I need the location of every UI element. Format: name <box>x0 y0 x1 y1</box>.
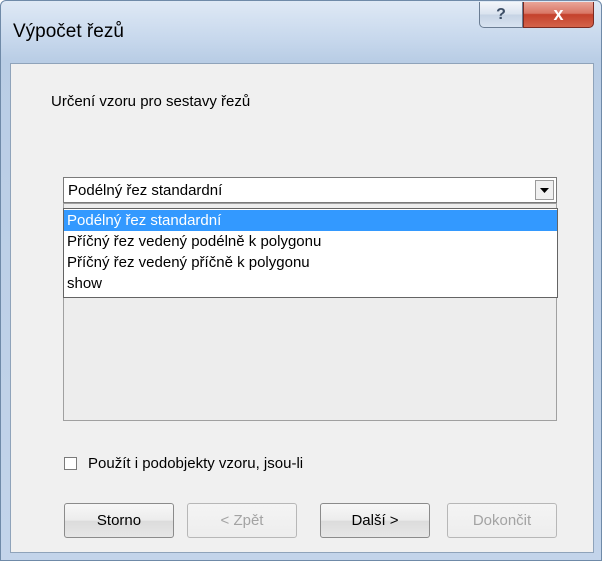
help-icon: ? <box>496 5 506 23</box>
finish-button[interactable]: Dokončit <box>447 503 557 538</box>
help-button[interactable]: ? <box>479 2 523 28</box>
cancel-button[interactable]: Storno <box>64 503 174 538</box>
prompt-label: Určení vzoru pro sestavy řezů <box>51 93 251 110</box>
combobox-dropdown-list: Podélný řez standardní Příčný řez vedený… <box>63 208 558 298</box>
combobox-dropdown-button[interactable] <box>535 180 554 200</box>
close-button[interactable]: x <box>523 2 594 28</box>
template-combobox[interactable]: Podélný řez standardní <box>63 177 557 203</box>
chevron-down-icon <box>540 187 549 193</box>
checkbox-label[interactable]: Použít i podobjekty vzoru, jsou-li <box>88 455 303 472</box>
combobox-value: Podélný řez standardní <box>68 182 223 199</box>
back-button[interactable]: < Zpět <box>187 503 297 538</box>
title-bar[interactable]: Výpočet řezů ? x <box>1 1 601 63</box>
next-button[interactable]: Další > <box>320 503 430 538</box>
close-icon: x <box>553 4 564 24</box>
dropdown-option[interactable]: Příčný řez vedený příčně k polygonu <box>64 252 557 273</box>
use-subobjects-row[interactable]: Použít i podobjekty vzoru, jsou-li <box>64 453 303 473</box>
dropdown-option[interactable]: Příčný řez vedený podélně k polygonu <box>64 231 557 252</box>
use-subobjects-checkbox[interactable] <box>64 456 77 470</box>
dialog-window: Výpočet řezů ? x Určení vzoru pro sestav… <box>0 0 602 561</box>
window-title: Výpočet řezů <box>13 21 124 42</box>
dialog-content: Určení vzoru pro sestavy řezů Podélný ře… <box>10 63 594 553</box>
dropdown-option[interactable]: show <box>64 273 557 294</box>
dropdown-option[interactable]: Podélný řez standardní <box>64 210 557 231</box>
